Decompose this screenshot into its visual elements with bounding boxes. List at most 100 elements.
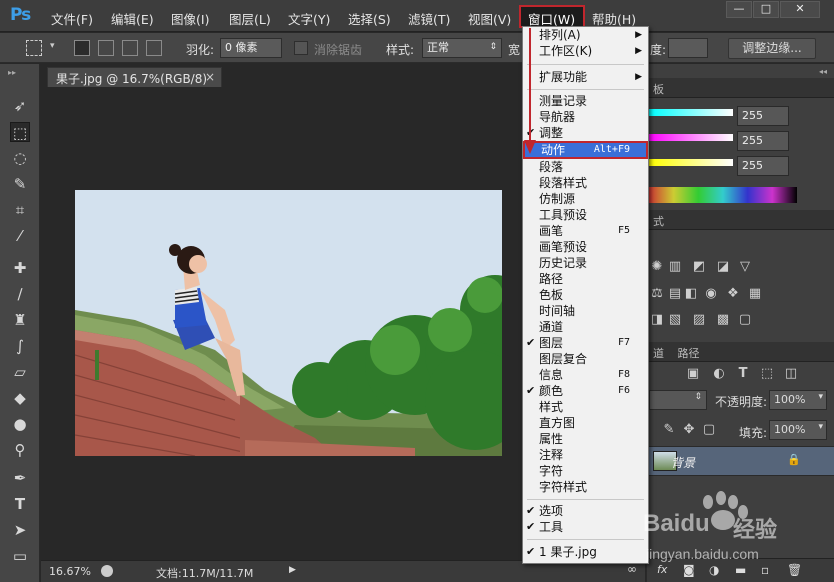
balance-icon[interactable]: ⚖ [649, 286, 665, 302]
type-tool-icon[interactable]: T [10, 494, 30, 514]
close-window-button[interactable]: ✕ [780, 1, 820, 18]
channels-tab[interactable]: 道 [653, 347, 664, 360]
menu-file[interactable]: 文件(F) [51, 9, 93, 28]
marquee-preset-icon[interactable] [26, 40, 42, 56]
document-tab[interactable]: 果子.jpg @ 16.7%(RGB/8) × [47, 67, 222, 87]
posterize-icon[interactable]: ▧ [667, 312, 683, 328]
menu-item-history[interactable]: 历史记录 [523, 255, 648, 271]
menu-item-paths[interactable]: 路径 [523, 271, 648, 287]
blue-value[interactable]: 255 [737, 156, 789, 176]
filter-adjust-icon[interactable]: ◐ [711, 366, 727, 382]
close-icon[interactable]: × [205, 70, 215, 84]
red-slider[interactable] [649, 109, 733, 116]
layer-name[interactable]: 背景 [671, 454, 695, 471]
invert-icon[interactable]: ◨ [649, 312, 665, 328]
green-slider[interactable] [649, 134, 733, 141]
style-select[interactable]: 正常 ⇕ [422, 38, 502, 58]
zoom-level[interactable]: 16.67% [49, 565, 91, 578]
styles-panel-tab[interactable]: 式 [653, 215, 664, 228]
menu-item-paragraph[interactable]: 段落 [523, 159, 648, 175]
gradient-map-icon[interactable]: ▩ [715, 312, 731, 328]
add-selection-icon[interactable] [98, 40, 114, 56]
panels-collapse-icon[interactable]: ◂◂ [819, 67, 827, 76]
hue-icon[interactable]: ▤ [667, 286, 683, 302]
fill-input[interactable]: 100% ▾ [769, 420, 827, 440]
exposure-icon[interactable]: ◪ [715, 259, 731, 275]
layer-row-background[interactable]: 背景 🔒 [647, 446, 834, 476]
menu-type[interactable]: 文字(Y) [288, 9, 330, 28]
menu-item-brush-presets[interactable]: 画笔预设 [523, 239, 648, 255]
menu-layer[interactable]: 图层(L) [229, 9, 271, 28]
menu-select[interactable]: 选择(S) [348, 9, 391, 28]
preset-dropdown-icon[interactable]: ▾ [50, 41, 55, 51]
pen-tool-icon[interactable]: ✒ [10, 468, 30, 488]
move-tool-icon[interactable]: ➶ [10, 96, 30, 116]
color-panel-tab[interactable]: 板 [653, 83, 664, 96]
menu-edit[interactable]: 编辑(E) [111, 9, 154, 28]
menu-item-info[interactable]: 信息 F8 [523, 367, 648, 383]
menu-item-tools[interactable]: ✔ 工具 [523, 519, 648, 535]
lock-pixels-icon[interactable]: ✎ [661, 422, 677, 438]
dodge-tool-icon[interactable]: ⚲ [10, 440, 30, 460]
photo-filter-icon[interactable]: ◉ [703, 286, 719, 302]
height-input[interactable] [668, 38, 708, 58]
menu-item-color[interactable]: ✔ 颜色 F6 [523, 383, 648, 399]
menu-item-brush[interactable]: 画笔 F5 [523, 223, 648, 239]
menu-item-clone-source[interactable]: 仿制源 [523, 191, 648, 207]
menu-item-workspace[interactable]: 工作区(K) ▶ [523, 43, 648, 59]
info-icon[interactable] [101, 565, 113, 577]
lasso-tool-icon[interactable]: ◌ [10, 148, 30, 168]
menu-item-properties[interactable]: 属性 [523, 431, 648, 447]
menu-item-timeline[interactable]: 时间轴 [523, 303, 648, 319]
subtract-selection-icon[interactable] [122, 40, 138, 56]
menu-item-tool-presets[interactable]: 工具预设 [523, 207, 648, 223]
channel-mixer-icon[interactable]: ❖ [725, 286, 741, 302]
blur-tool-icon[interactable]: ● [10, 414, 30, 434]
filter-smart-icon[interactable]: ◫ [783, 366, 799, 382]
opacity-input[interactable]: 100% ▾ [769, 390, 827, 410]
minimize-button[interactable]: — [726, 1, 752, 18]
menu-item-channels[interactable]: 通道 [523, 319, 648, 335]
feather-input[interactable]: 0 像素 [220, 38, 282, 58]
menu-item-layers[interactable]: ✔ 图层 F7 [523, 335, 648, 351]
menu-item-actions[interactable]: 动作 Alt+F9 [523, 141, 648, 159]
stamp-tool-icon[interactable]: ♜ [10, 310, 30, 330]
menu-item-character-styles[interactable]: 字符样式 [523, 479, 648, 495]
rectangle-tool-icon[interactable]: ▭ [10, 546, 30, 566]
menu-item-swatches[interactable]: 色板 [523, 287, 648, 303]
menu-item-arrange[interactable]: 排列(A) ▶ [523, 27, 648, 43]
menu-item-layer-comps[interactable]: 图层复合 [523, 351, 648, 367]
filter-image-icon[interactable]: ▣ [685, 366, 701, 382]
lookup-icon[interactable]: ▦ [747, 286, 763, 302]
red-value[interactable]: 255 [737, 106, 789, 126]
quick-select-tool-icon[interactable]: ✎ [10, 174, 30, 194]
menu-item-paragraph-styles[interactable]: 段落样式 [523, 175, 648, 191]
vibrance-icon[interactable]: ▽ [737, 259, 753, 275]
menu-item-histogram[interactable]: 直方图 [523, 415, 648, 431]
menu-item-styles[interactable]: 样式 [523, 399, 648, 415]
refine-edge-button[interactable]: 调整边缘... [728, 38, 816, 59]
link-layers-icon[interactable]: ∞ [627, 562, 637, 576]
antialias-checkbox[interactable] [294, 41, 308, 55]
menu-item-extensions[interactable]: 扩展功能 ▶ [523, 69, 648, 85]
document-photo[interactable] [75, 190, 502, 456]
levels-icon[interactable]: ▥ [667, 259, 683, 275]
green-value[interactable]: 255 [737, 131, 789, 151]
menu-item-navigator[interactable]: 导航器 [523, 109, 648, 125]
history-brush-tool-icon[interactable]: ∫ [10, 336, 30, 356]
selective-color-icon[interactable]: ▢ [737, 312, 753, 328]
menu-item-measurement-log[interactable]: 测量记录 [523, 93, 648, 109]
menu-image[interactable]: 图像(I) [171, 9, 209, 28]
marquee-tool-icon[interactable]: ⬚ [10, 122, 30, 142]
crop-tool-icon[interactable]: ⌗ [10, 200, 30, 220]
paths-tab[interactable]: 路径 [678, 347, 700, 360]
eraser-tool-icon[interactable]: ▱ [10, 362, 30, 382]
new-selection-icon[interactable] [74, 40, 90, 56]
maximize-button[interactable]: □ [753, 1, 779, 18]
blend-mode-select[interactable]: ⇕ [649, 390, 707, 410]
color-spectrum-bar[interactable] [649, 187, 797, 203]
filter-shape-icon[interactable]: ⬚ [759, 366, 775, 382]
paint-bucket-tool-icon[interactable]: ◆ [10, 388, 30, 408]
menu-item-character[interactable]: 字符 [523, 463, 648, 479]
menu-item-notes[interactable]: 注释 [523, 447, 648, 463]
